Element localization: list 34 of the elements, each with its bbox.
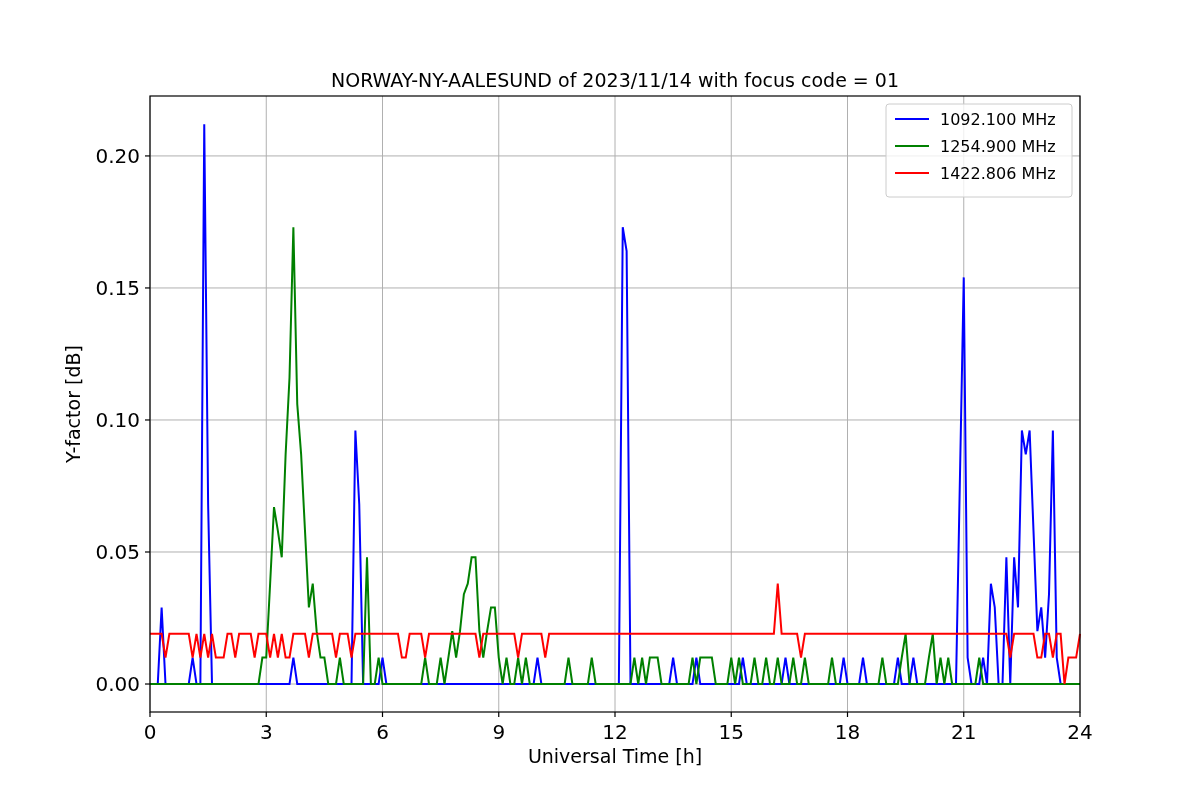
tick-mark <box>144 287 151 289</box>
tick-mark <box>265 711 267 718</box>
y-tick-label: 0.20 <box>95 143 140 168</box>
x-tick-label: 9 <box>492 720 506 744</box>
x-tick-label: 15 <box>718 720 744 744</box>
tick-mark <box>498 711 500 718</box>
x-tick-label: 24 <box>1067 720 1093 744</box>
y-tick-label: 0.05 <box>95 540 140 564</box>
x-tick-label: 6 <box>376 720 389 744</box>
tick-mark <box>614 711 616 718</box>
tick-mark <box>149 711 151 718</box>
tick-mark <box>730 711 732 718</box>
legend-label: 1422.806 MHz <box>940 164 1056 183</box>
tick-mark <box>144 155 151 157</box>
x-tick-label: 18 <box>834 720 861 744</box>
y-axis-label: Y-factor [dB] <box>62 345 84 463</box>
y-tick-label: 0.10 <box>95 407 140 432</box>
chart-title: NORWAY-NY-AALESUND of 2023/11/14 with focus code = 01 <box>331 69 899 91</box>
tick-mark <box>144 419 151 421</box>
tick-mark <box>963 711 965 718</box>
x-tick-label: 0 <box>143 720 157 744</box>
y-tick-label: 0.00 <box>95 672 140 696</box>
x-axis-label: Universal Time [h] <box>527 745 703 767</box>
y-tick-label: 0.15 <box>95 275 140 300</box>
tick-mark <box>144 683 151 685</box>
tick-mark <box>381 711 384 718</box>
tick-mark <box>1079 711 1081 718</box>
tick-mark <box>846 711 849 718</box>
tick-mark <box>144 551 151 553</box>
legend-label: 1092.100 MHz <box>940 110 1056 129</box>
legend-label: 1254.900 MHz <box>940 137 1056 156</box>
x-tick-label: 12 <box>602 720 628 744</box>
x-tick-label: 21 <box>951 720 977 744</box>
x-tick-label: 3 <box>259 720 273 744</box>
